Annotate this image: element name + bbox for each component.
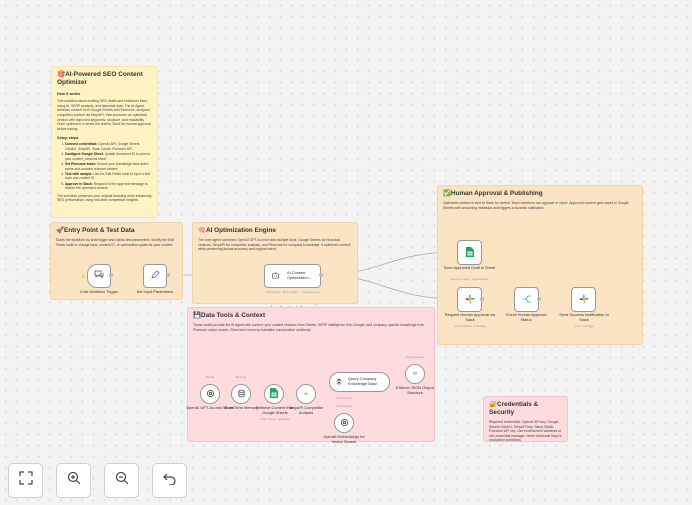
chat-trigger-label: Chat Workflow Trigger <box>79 289 119 294</box>
embeddings-node[interactable] <box>334 413 354 433</box>
embeddings-label: OpenAI Embeddings for Vector Search <box>323 434 365 444</box>
seo-note-title: 🎯AI-Powered SEO Content Optimizer <box>57 71 143 87</box>
google-sheets-icon <box>465 244 474 262</box>
database-icon <box>237 385 246 403</box>
seo-footer: The workflow preserves your original mea… <box>57 193 152 203</box>
zoom-out-button[interactable] <box>104 463 139 498</box>
fullscreen-icon <box>18 471 33 490</box>
creds-note-title: 🔐Credentials & Security <box>489 401 539 416</box>
ai-agent-label: AI Content Optimization... <box>287 270 312 280</box>
save-draft-label: Save Approved Draft to Sheet <box>443 265 496 270</box>
knowledge-base-tag: Embedding <box>336 396 352 400</box>
agent-tag-parser: Output Parser <box>301 290 321 294</box>
chat-trigger-node[interactable] <box>87 264 111 288</box>
google-sheets-icon <box>270 385 278 403</box>
openai-model-tag: Model <box>205 375 215 379</box>
sticky-note-data-tools[interactable]: 💾Data Tools & Context These nodes provid… <box>187 307 435 442</box>
openai-model-node[interactable] <box>200 384 220 404</box>
openai-icon <box>206 385 215 403</box>
setup-step: Configure Google Sheet: Update document … <box>65 152 152 161</box>
output-port[interactable] <box>480 297 484 301</box>
seo-setup-steps: Connect credentials: OpenAI API, Google … <box>57 142 152 190</box>
output-port[interactable] <box>166 273 170 277</box>
output-port[interactable] <box>537 297 541 301</box>
approval-note-body: Optimized content is sent to Slack for r… <box>443 201 629 210</box>
json-parser-node[interactable]: ‹› <box>405 364 425 384</box>
set-params-node[interactable] <box>143 264 167 288</box>
save-draft-node[interactable] <box>457 240 482 265</box>
sticky-note-seo-optimizer[interactable]: 🎯AI-Powered SEO Content Optimizer How it… <box>51 66 158 218</box>
seo-how-title: How it works <box>57 92 81 97</box>
request-approval-sub: sendAndWait: message <box>454 324 486 328</box>
setup-step: Approve in Slack: Respond to the approva… <box>65 182 152 191</box>
embeddings-tag: Embedding <box>336 404 352 408</box>
send-success-label: Send Success Notification to Slack <box>559 312 609 322</box>
chat-bubble-icon <box>94 270 104 282</box>
sheets-tool-node[interactable] <box>264 384 284 404</box>
branch-icon <box>522 291 532 309</box>
knowledge-base-node[interactable]: Query Company Knowledge Base <box>329 372 390 392</box>
tools-note-body: These nodes provide the AI Agent with co… <box>193 323 425 332</box>
setup-step: Test with sample: Use the Edit Fields no… <box>65 172 152 181</box>
sheets-tool-sub: read: sheet · getRows <box>260 417 290 421</box>
openai-icon <box>340 414 349 432</box>
serpapi-label: SerpAPI Competitor Analysis <box>288 405 324 415</box>
undo-icon <box>162 471 177 490</box>
json-parser-label: Enforce JSON Output Structure <box>396 385 434 395</box>
zoom-in-button[interactable] <box>56 463 91 498</box>
zoom-in-icon <box>67 471 81 490</box>
setup-step: Set Pinecone index: Ensure your knowledg… <box>65 162 152 171</box>
trigger-bolt-icon: ⚡ <box>80 274 87 280</box>
entry-note-title: 🚀Entry Point & Test Data <box>56 227 135 234</box>
ai-note-title: 🧠AI Optimization Engine <box>198 227 276 234</box>
request-approval-node[interactable] <box>457 287 482 312</box>
sticky-note-credentials[interactable]: 🔐Credentials & Security Required credent… <box>483 396 568 442</box>
json-parser-tag: Output Parser <box>405 355 425 359</box>
fit-view-button[interactable] <box>8 463 43 498</box>
serpapi-icon: ✉ <box>304 392 308 396</box>
knowledge-base-label: Query Company Knowledge Base <box>348 376 378 386</box>
seo-how-body: This workflow takes existing SEO drafts … <box>57 99 151 131</box>
tools-note-title: 💾Data Tools & Context <box>193 312 266 319</box>
zoom-out-icon <box>115 471 129 490</box>
output-port[interactable] <box>319 273 323 277</box>
robot-icon <box>271 267 280 285</box>
entry-note-body: Starts the workflow via chat trigger and… <box>56 238 174 247</box>
send-success-node[interactable] <box>571 287 596 312</box>
code-braces-icon: ‹› <box>413 371 417 377</box>
undo-button[interactable] <box>152 463 187 498</box>
send-success-sub: post: message <box>574 324 594 328</box>
pencil-icon <box>150 267 160 285</box>
seo-setup-title: Setup steps <box>57 136 79 141</box>
check-approval-label: Check Human Approval Status <box>505 312 547 322</box>
pinecone-icon <box>335 373 343 391</box>
set-params-label: Set Input Parameters <box>136 289 174 294</box>
save-draft-sub: append: sheet · appendRow <box>450 277 489 281</box>
memory-node[interactable] <box>231 384 251 404</box>
creds-note-body: Required credentials: OpenAI API key, Go… <box>489 420 562 442</box>
memory-tag: Memory <box>235 375 247 379</box>
output-port[interactable] <box>109 273 113 277</box>
ai-agent-node[interactable]: AI Content Optimization... <box>264 264 321 288</box>
request-approval-label: Request Human Approval via Slack <box>444 312 496 322</box>
ai-note-body: The core agent combines OpenAI GPT-4o-mi… <box>198 238 351 252</box>
setup-step: Connect credentials: OpenAI API, Google … <box>65 142 152 151</box>
serpapi-node[interactable]: ✉ <box>296 384 316 404</box>
approval-note-title: ✅Human Approval & Publishing <box>443 190 543 197</box>
slack-icon <box>579 291 589 309</box>
slack-icon <box>465 291 475 309</box>
check-approval-node[interactable] <box>514 287 539 312</box>
